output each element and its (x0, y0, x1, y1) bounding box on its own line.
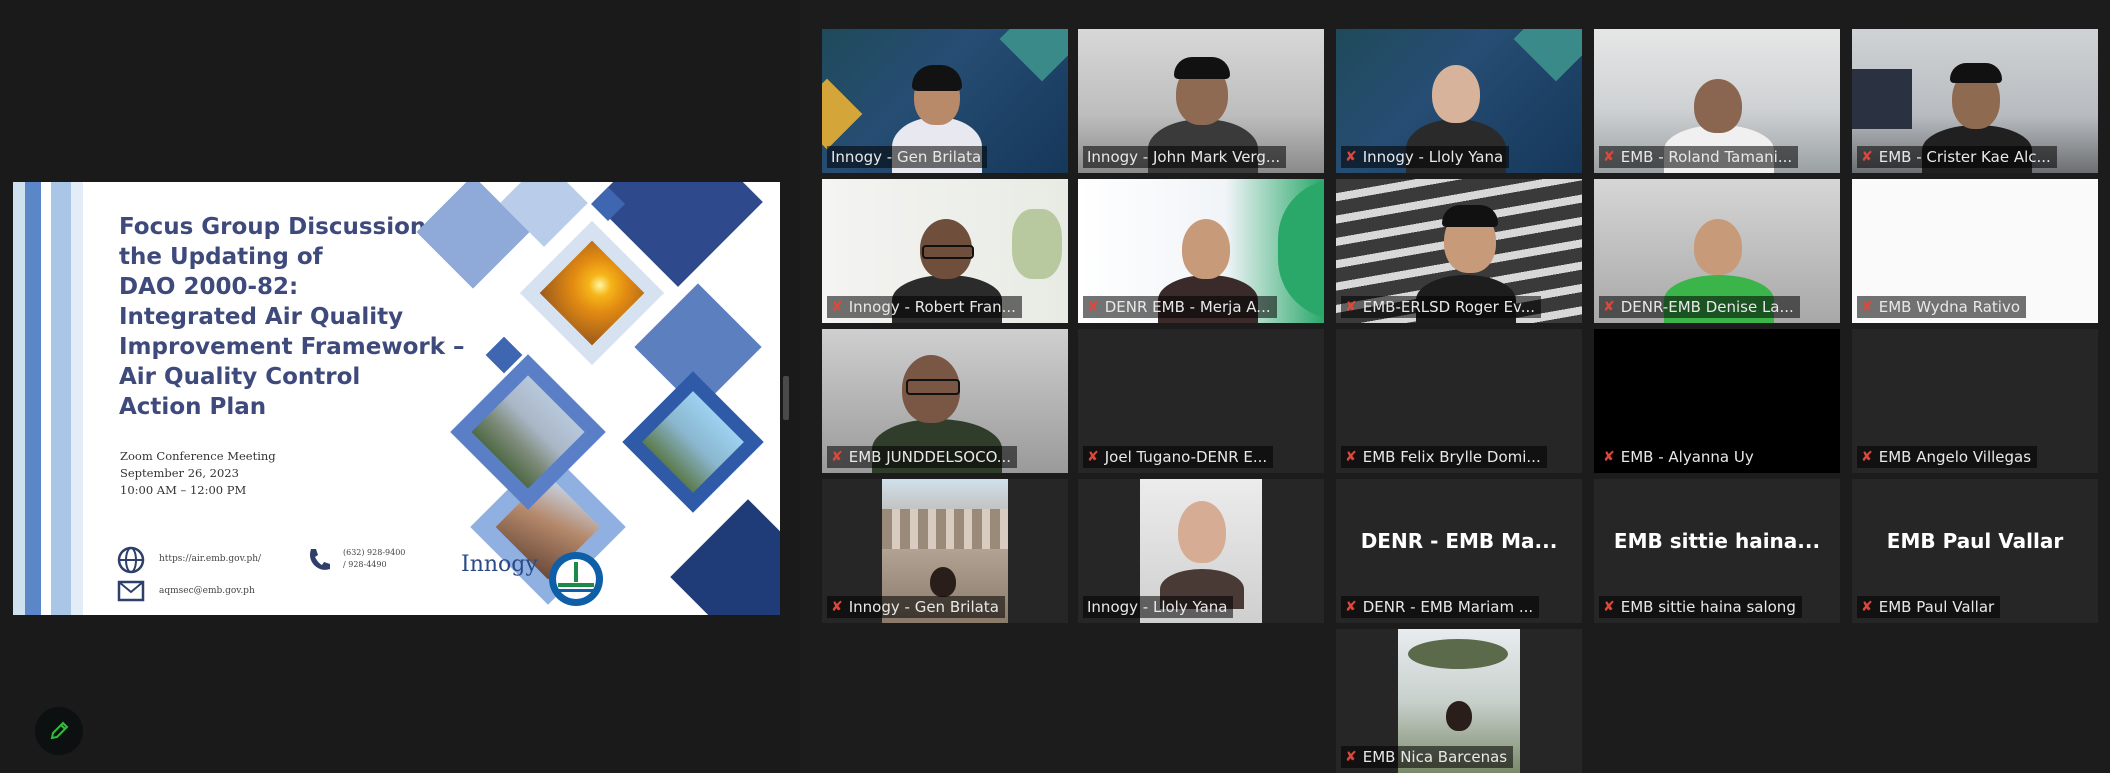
participant-tile[interactable]: EMB sittie haina... ✘ EMB sittie haina sa… (1594, 479, 1840, 623)
participant-tile[interactable]: DENR - EMB Ma... ✘ DENR - EMB Mariam ... (1336, 479, 1582, 623)
participant-name: ✘ EMB sittie haina salong (1599, 596, 1802, 618)
muted-mic-icon: ✘ (1345, 749, 1357, 765)
participant-name: ✘ DENR - EMB Mariam ... (1341, 596, 1540, 618)
participant-name: ✘ EMB Nica Barcenas (1341, 746, 1514, 768)
muted-mic-icon: ✘ (1087, 299, 1099, 315)
participant-name: ✘ Innogy - Gen Brilata (827, 596, 1005, 618)
participant-tile[interactable]: ✘ EMB Wydna Rativo (1852, 179, 2098, 323)
muted-mic-icon: ✘ (1603, 299, 1615, 315)
participant-tile[interactable]: ✘ EMB - Roland Tamani... (1594, 29, 1840, 173)
participant-tile[interactable]: ✘ DENR EMB - Merja A... (1078, 179, 1324, 323)
shared-slide: Focus Group Discussion for the Updating … (13, 182, 780, 615)
participant-display-name: EMB Paul Vallar (1886, 529, 2064, 553)
participant-name: ✘ EMB Angelo Villegas (1857, 446, 2038, 468)
participant-name: Innogy - Gen Brilata (827, 146, 988, 168)
participant-name: ✘ EMB Paul Vallar (1857, 596, 2001, 618)
innogy-logo: Innogy (461, 552, 538, 577)
muted-mic-icon: ✘ (1603, 449, 1615, 465)
meeting-type: Zoom Conference Meeting (120, 449, 276, 463)
slide-decor (999, 29, 1068, 82)
muted-mic-icon: ✘ (831, 449, 843, 465)
meeting-date: September 26, 2023 (120, 466, 239, 480)
participant-tile[interactable]: ✘ DENR-EMB Denise La... (1594, 179, 1840, 323)
participant-name: ✘ EMB-ERLSD Roger Ev... (1341, 296, 1542, 318)
slide-title-line: the Updating of (119, 244, 323, 270)
participant-name: ✘ EMB - Crister Kae Alc... (1857, 146, 2057, 168)
muted-mic-icon: ✘ (1345, 599, 1357, 615)
emb-logo (549, 552, 603, 606)
participant-tile[interactable]: ✘ EMB Felix Brylle Domi... (1336, 329, 1582, 473)
participant-tile[interactable]: ✘ Joel Tugano-DENR E... (1078, 329, 1324, 473)
mail-icon (117, 580, 145, 602)
slide-decor (822, 78, 863, 150)
participant-tile[interactable]: ✘ Innogy - Gen Brilata (822, 479, 1068, 623)
participant-tile[interactable]: ✘ EMB - Alyanna Uy (1594, 329, 1840, 473)
slide-decor (670, 499, 780, 615)
muted-mic-icon: ✘ (1345, 449, 1357, 465)
muted-mic-icon: ✘ (1345, 299, 1357, 315)
participant-name: Innogy - Lloly Yana (1083, 596, 1234, 618)
email-text: aqmsec@emb.gov.ph (159, 586, 255, 596)
participant-tile[interactable]: ✘ EMB - Crister Kae Alc... (1852, 29, 2098, 173)
slide-decor (1513, 29, 1582, 82)
muted-mic-icon: ✘ (1603, 599, 1615, 615)
slide-title-line: Action Plan (119, 394, 267, 420)
participant-tile[interactable]: ✘ Innogy - Lloly Yana (1336, 29, 1582, 173)
muted-mic-icon: ✘ (1345, 149, 1357, 165)
participant-name: Innogy - John Mark Verg... (1083, 146, 1287, 168)
zoom-meeting-window: Focus Group Discussion for the Updating … (0, 0, 2110, 773)
muted-mic-icon: ✘ (1861, 149, 1873, 165)
meeting-details: Zoom Conference Meeting September 26, 20… (120, 448, 276, 499)
participant-tile[interactable]: ✘ EMB Angelo Villegas (1852, 329, 2098, 473)
participant-name: ✘ Joel Tugano-DENR E... (1083, 446, 1274, 468)
annotate-button[interactable] (35, 707, 83, 755)
muted-mic-icon: ✘ (831, 599, 843, 615)
slide-title-line: Integrated Air Quality (119, 304, 404, 330)
website-text: https://air.emb.gov.ph/ (159, 554, 262, 564)
participant-tile[interactable]: Innogy - Lloly Yana (1078, 479, 1324, 623)
muted-mic-icon: ✘ (831, 299, 843, 315)
participant-name: ✘ Innogy - Robert Fran... (827, 296, 1022, 318)
slide-title-line: Improvement Framework – (119, 334, 465, 360)
participant-tile[interactable]: ✘ EMB-ERLSD Roger Ev... (1336, 179, 1582, 323)
participant-name: ✘ DENR-EMB Denise La... (1599, 296, 1800, 318)
muted-mic-icon: ✘ (1861, 599, 1873, 615)
muted-mic-icon: ✘ (1087, 449, 1099, 465)
phone-text-1: (632) 928-9400 (343, 548, 406, 557)
pencil-icon (50, 721, 69, 740)
phone-icon (310, 549, 330, 570)
muted-mic-icon: ✘ (1861, 449, 1873, 465)
participant-name: ✘ EMB - Roland Tamani... (1599, 146, 1799, 168)
muted-mic-icon: ✘ (1861, 299, 1873, 315)
participant-tile-active-speaker[interactable]: Innogy - John Mark Verg... (1078, 29, 1324, 173)
participant-display-name: DENR - EMB Ma... (1360, 529, 1558, 553)
meeting-time: 10:00 AM – 12:00 PM (120, 483, 247, 497)
participant-display-name: EMB sittie haina... (1613, 529, 1821, 553)
participant-tile[interactable]: ✘ EMB Nica Barcenas (1336, 629, 1582, 773)
participant-name: ✘ Innogy - Lloly Yana (1341, 146, 1510, 168)
participant-name: ✘ EMB - Alyanna Uy (1599, 446, 1760, 468)
participant-name: ✘ DENR EMB - Merja A... (1083, 296, 1277, 318)
phone-text-2: / 928-4490 (343, 560, 387, 569)
participant-tile[interactable]: EMB Paul Vallar ✘ EMB Paul Vallar (1852, 479, 2098, 623)
participant-tile[interactable]: ✘ Innogy - Robert Fran... (822, 179, 1068, 323)
split-view-handle[interactable] (783, 376, 789, 420)
participant-name: ✘ EMB Felix Brylle Domi... (1341, 446, 1547, 468)
participant-tile[interactable]: ✘ EMB JUNDDELSOCO... (822, 329, 1068, 473)
participant-name: ✘ EMB Wydna Rativo (1857, 296, 2027, 318)
slide-title-line: Air Quality Control (119, 364, 361, 390)
slide-title: Focus Group Discussion for the Updating … (119, 212, 479, 422)
participant-tile[interactable]: Innogy - Gen Brilata (822, 29, 1068, 173)
muted-mic-icon: ✘ (1603, 149, 1615, 165)
participant-name: ✘ EMB JUNDDELSOCO... (827, 446, 1018, 468)
slide-title-line: DAO 2000-82: (119, 274, 299, 300)
globe-icon (117, 546, 145, 574)
